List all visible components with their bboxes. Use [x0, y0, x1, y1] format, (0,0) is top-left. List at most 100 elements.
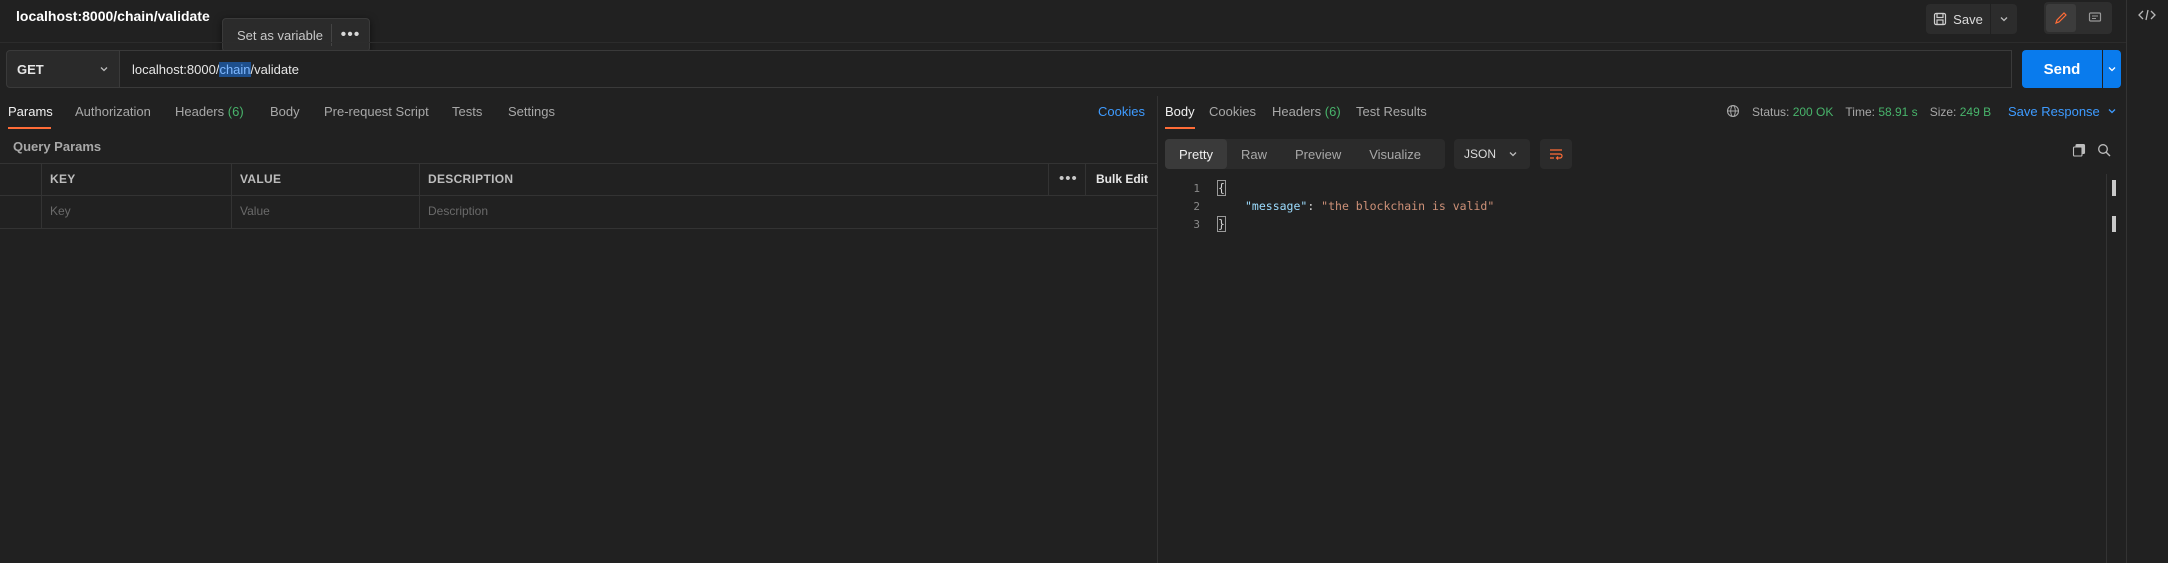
column-divider: [1048, 163, 1049, 196]
copy-icon[interactable]: [2072, 143, 2086, 160]
chevron-down-icon: [100, 67, 108, 72]
right-rail-divider: [2126, 0, 2127, 563]
header-divider: [0, 42, 2126, 43]
url-suffix: /validate: [250, 61, 299, 77]
json-close-brace: }: [1217, 216, 1226, 232]
view-visualize-button[interactable]: Visualize: [1355, 139, 1435, 169]
bulk-edit-button[interactable]: Bulk Edit: [1096, 172, 1148, 186]
cookies-link[interactable]: Cookies: [1098, 104, 1145, 119]
globe-icon[interactable]: [1726, 104, 1740, 121]
pencil-icon: [2055, 12, 2067, 24]
description-input[interactable]: Description: [428, 204, 488, 218]
edit-mode-button[interactable]: [2046, 4, 2076, 32]
column-header-key: KEY: [50, 172, 76, 186]
view-preview-button[interactable]: Preview: [1281, 139, 1355, 169]
query-params-title: Query Params: [13, 139, 102, 154]
time-value: 58.91 s: [1878, 105, 1918, 119]
method-select[interactable]: GET: [6, 50, 120, 88]
size-label: Size:: [1929, 105, 1957, 119]
status-label: Status:: [1752, 105, 1790, 119]
view-pretty-button[interactable]: Pretty: [1165, 139, 1227, 169]
set-as-variable-button[interactable]: Set as variable: [223, 28, 331, 43]
url-selected-text: chain: [219, 61, 251, 77]
url-input[interactable]: localhost:8000/chain/validate: [120, 50, 2012, 88]
column-divider: [231, 163, 232, 228]
table-border-bottom: [0, 228, 1157, 229]
json-colon: :: [1307, 199, 1322, 213]
response-tab-headers[interactable]: Headers (6): [1272, 104, 1341, 119]
column-header-value: VALUE: [240, 172, 282, 186]
tab-authorization[interactable]: Authorization: [75, 104, 151, 119]
tab-title: localhost:8000/chain/validate: [16, 8, 210, 24]
time-indicator[interactable]: Time: 58.91 s: [1845, 105, 1917, 119]
size-indicator[interactable]: Size: 249 B: [1930, 105, 1991, 119]
line-number: 2: [1193, 200, 1200, 213]
json-line[interactable]: "message": "the blockchain is valid": [1245, 199, 1494, 213]
active-response-tab-indicator: [1165, 127, 1195, 129]
format-select[interactable]: JSON: [1454, 139, 1530, 169]
chevron-down-icon: [2000, 17, 2008, 22]
tab-prerequest-script[interactable]: Pre-request Script: [324, 104, 429, 119]
response-tab-headers-count: (6): [1324, 104, 1341, 119]
line-number: 3: [1193, 218, 1200, 231]
panel-divider[interactable]: [1157, 96, 1158, 563]
response-tab-cookies[interactable]: Cookies: [1209, 104, 1256, 119]
tab-headers-count: (6): [227, 104, 244, 119]
tab-settings[interactable]: Settings: [508, 104, 555, 119]
wrap-lines-button[interactable]: [1540, 139, 1572, 169]
table-border-mid: [0, 195, 1157, 196]
wrap-icon: [1550, 149, 1563, 160]
status-indicator[interactable]: Status: 200 OK: [1752, 105, 1833, 119]
send-button[interactable]: Send: [2022, 50, 2102, 88]
scrollbar-marker[interactable]: [2112, 216, 2116, 232]
column-header-description: DESCRIPTION: [428, 172, 514, 186]
scrollbar-marker[interactable]: [2112, 180, 2116, 196]
save-icon: [1934, 12, 1947, 26]
time-label: Time:: [1845, 105, 1875, 119]
save-dropdown-button[interactable]: [1991, 4, 2017, 34]
format-label: JSON: [1464, 147, 1497, 161]
send-dropdown-button[interactable]: [2103, 50, 2121, 88]
tab-headers-label: Headers: [175, 104, 225, 119]
response-tab-headers-label: Headers: [1272, 104, 1322, 119]
tab-tests[interactable]: Tests: [452, 104, 482, 119]
save-label: Save: [1953, 11, 1983, 27]
response-status-area: Status: 200 OK Time: 58.91 s Size: 249 B: [1752, 105, 1991, 119]
comment-mode-button[interactable]: [2080, 4, 2110, 32]
save-response-button[interactable]: Save Response: [2008, 104, 2117, 119]
view-mode-group: Pretty Raw Preview Visualize: [1165, 139, 1445, 169]
table-border-top: [0, 163, 1157, 164]
key-input[interactable]: Key: [50, 204, 71, 218]
tab-params[interactable]: Params: [8, 104, 53, 119]
response-tab-test-results[interactable]: Test Results: [1356, 104, 1427, 119]
search-icon[interactable]: [2097, 143, 2111, 160]
column-divider: [1085, 163, 1086, 196]
size-value: 249 B: [1959, 105, 1992, 119]
code-snippet-icon[interactable]: [2138, 8, 2156, 25]
code-scroll-track: [2106, 174, 2107, 563]
value-input[interactable]: Value: [240, 204, 270, 218]
url-prefix: localhost:8000/: [132, 61, 220, 77]
chevron-down-icon: [2108, 109, 2116, 114]
json-key: "message": [1245, 199, 1308, 213]
chevron-down-icon: [1509, 152, 1517, 157]
status-value: 200 OK: [1792, 105, 1834, 119]
response-tab-body[interactable]: Body: [1165, 104, 1195, 119]
view-raw-button[interactable]: Raw: [1227, 139, 1281, 169]
chevron-down-icon: [2108, 67, 2116, 72]
table-more-icon[interactable]: •••: [1059, 170, 1078, 187]
set-as-variable-popover: Set as variable •••: [222, 18, 370, 52]
line-number: 1: [1193, 182, 1200, 195]
method-label: GET: [17, 61, 44, 77]
active-tab-indicator: [8, 127, 51, 129]
mode-toggle-group: [2044, 2, 2112, 34]
column-divider: [41, 163, 42, 228]
save-response-label: Save Response: [2008, 104, 2100, 119]
comment-icon: [2088, 12, 2102, 22]
save-button[interactable]: Save: [1926, 4, 1990, 34]
json-open-brace: {: [1217, 180, 1226, 196]
column-divider: [419, 163, 420, 228]
json-value: "the blockchain is valid": [1321, 199, 1495, 213]
tab-body[interactable]: Body: [270, 104, 300, 119]
tab-headers[interactable]: Headers (6): [175, 104, 244, 119]
